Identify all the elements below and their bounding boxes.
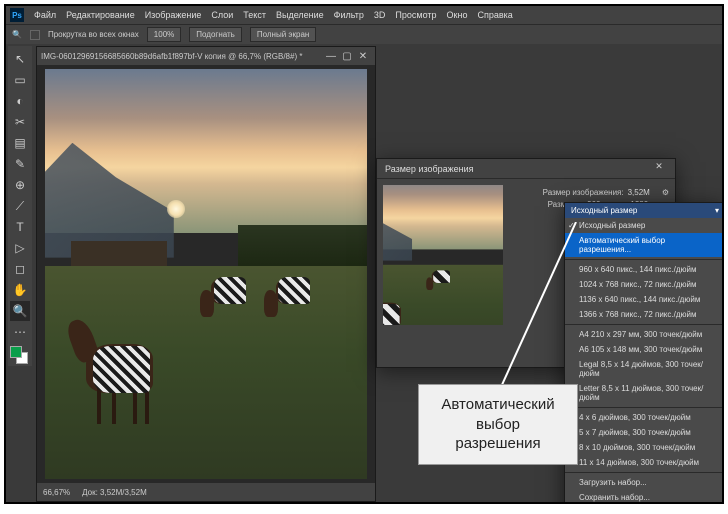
status-bar: 66,67% Док: 3,52M/3,52M (37, 483, 375, 501)
zoom-level[interactable]: 66,67% (43, 488, 70, 497)
callout-line (496, 222, 596, 392)
document-titlebar: IMG-06012969156685660b89d6afb1f897bf-V к… (37, 47, 375, 65)
size-value: 3,52M (628, 188, 650, 197)
scroll-all-checkbox[interactable] (30, 30, 40, 40)
menu-window[interactable]: Окно (447, 10, 468, 20)
dropdown-separator (565, 407, 723, 408)
marquee-tool[interactable]: ▭ (10, 70, 30, 90)
document-window: IMG-06012969156685660b89d6afb1f897bf-V к… (36, 46, 376, 502)
lasso-tool[interactable]: ◐ (10, 91, 30, 111)
brush-tool[interactable]: ✎ (10, 154, 30, 174)
dialog-title-text: Размер изображения (385, 164, 474, 174)
shape-tool[interactable]: ◻ (10, 259, 30, 279)
move-tool[interactable]: ↖ (10, 49, 30, 69)
maximize-button[interactable]: ▢ (339, 49, 355, 63)
menu-filter[interactable]: Фильтр (334, 10, 364, 20)
fit-button[interactable]: Подогнать (189, 27, 242, 42)
dropdown-separator (565, 472, 723, 473)
fullscreen-button[interactable]: Полный экран (250, 27, 316, 42)
zoom-tool-icon: 🔍 (12, 30, 22, 39)
path-tool[interactable]: ▷ (10, 238, 30, 258)
callout-annotation: Автоматический выбор разрешения (418, 384, 578, 465)
menu-select[interactable]: Выделение (276, 10, 324, 20)
tools-panel: ↖ ▭ ◐ ✂ ▤ ✎ ⊕ ⟋ T ▷ ◻ ✋ 🔍 ⋯ (8, 46, 32, 366)
menu-edit[interactable]: Редактирование (66, 10, 135, 20)
menu-view[interactable]: Просмотр (395, 10, 436, 20)
callout-text-2: выбор (429, 415, 567, 435)
gear-icon[interactable]: ⚙ (662, 188, 669, 197)
menu-layers[interactable]: Слои (211, 10, 233, 20)
canvas[interactable] (45, 69, 367, 479)
dropdown-item[interactable]: 5 x 7 дюймов, 300 точек/дюйм (565, 425, 723, 440)
menu-3d[interactable]: 3D (374, 10, 386, 20)
dialog-titlebar: Размер изображения ✕ (377, 159, 675, 179)
menu-help[interactable]: Справка (477, 10, 512, 20)
dropdown-item[interactable]: 4 x 6 дюймов, 300 точек/дюйм (565, 410, 723, 425)
dropdown-item[interactable]: Сохранить набор... (565, 490, 723, 504)
dropdown-selected[interactable]: Исходный размер (565, 203, 723, 218)
type-tool[interactable]: T (10, 217, 30, 237)
zoom-tool[interactable]: 🔍 (10, 301, 30, 321)
more-tools[interactable]: ⋯ (10, 322, 30, 342)
frame-tool[interactable]: ▤ (10, 133, 30, 153)
doc-info[interactable]: Док: 3,52M/3,52M (82, 488, 147, 497)
pen-tool[interactable]: ⟋ (10, 196, 30, 216)
crop-tool[interactable]: ✂ (10, 112, 30, 132)
color-swatches[interactable] (10, 346, 28, 364)
options-bar: 🔍 Прокрутка во всех окнах 100% Подогнать… (6, 24, 722, 44)
callout-text-3: разрешения (429, 434, 567, 454)
app-logo: Ps (10, 8, 24, 22)
menu-text[interactable]: Текст (243, 10, 266, 20)
callout-text-1: Автоматический (429, 395, 567, 415)
size-label: Размер изображения: (543, 188, 624, 197)
dialog-close-button[interactable]: ✕ (651, 161, 667, 177)
menu-bar: Ps Файл Редактирование Изображение Слои … (6, 6, 722, 24)
zoom-100-button[interactable]: 100% (147, 27, 181, 42)
dialog-preview (383, 185, 503, 325)
fg-color[interactable] (10, 346, 22, 358)
scroll-all-label: Прокрутка во всех окнах (48, 30, 139, 39)
dropdown-item[interactable]: 11 x 14 дюймов, 300 точек/дюйм (565, 455, 723, 470)
dropdown-item[interactable]: 8 x 10 дюймов, 300 точек/дюйм (565, 440, 723, 455)
document-title: IMG-06012969156685660b89d6afb1f897bf-V к… (41, 52, 302, 61)
menu-image[interactable]: Изображение (145, 10, 202, 20)
close-button[interactable]: ✕ (355, 49, 371, 63)
menu-file[interactable]: Файл (34, 10, 56, 20)
minimize-button[interactable]: — (323, 49, 339, 63)
hand-tool[interactable]: ✋ (10, 280, 30, 300)
dropdown-item[interactable]: Загрузить набор... (565, 475, 723, 490)
image-content (45, 69, 367, 479)
heal-tool[interactable]: ⊕ (10, 175, 30, 195)
workspace: ↖ ▭ ◐ ✂ ▤ ✎ ⊕ ⟋ T ▷ ◻ ✋ 🔍 ⋯ IMG-06012969… (6, 44, 722, 502)
